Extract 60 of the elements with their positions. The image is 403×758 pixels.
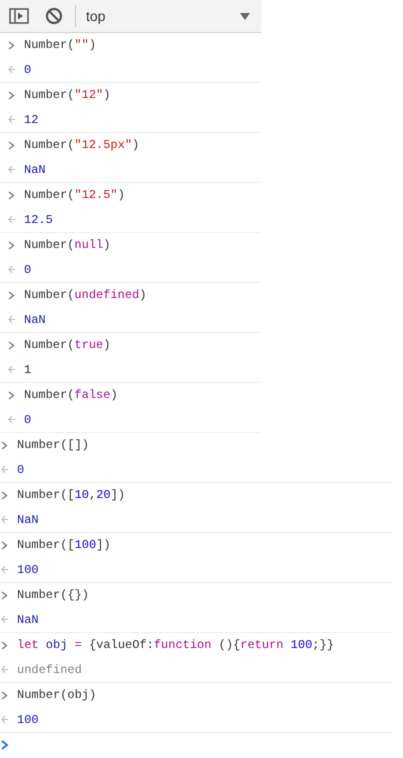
result-arrow-icon (1, 715, 8, 724)
input-chevron-icon (8, 290, 15, 300)
command-text: Number([100]) (17, 538, 111, 552)
result-arrow-icon (8, 165, 15, 174)
result-arrow-icon (1, 515, 8, 524)
result-text: 0 (24, 262, 32, 277)
input-chevron-icon (8, 390, 15, 400)
command-text: Number(true) (24, 338, 110, 352)
clear-console-icon[interactable] (45, 7, 63, 25)
result-text: NaN (17, 512, 39, 527)
command-text: Number(undefined) (24, 288, 146, 302)
result-arrow-icon (8, 65, 15, 74)
result-arrow-icon (1, 615, 8, 624)
result-text: 1 (24, 362, 32, 377)
result-text: 100 (17, 562, 39, 577)
input-chevron-icon (1, 440, 8, 450)
sidebar-toggle-icon[interactable] (9, 8, 29, 24)
command-text: Number("12.5") (24, 188, 125, 202)
result-text: NaN (24, 312, 46, 327)
result-text: 12.5 (24, 212, 53, 227)
dropdown-caret-icon[interactable] (240, 12, 250, 20)
result-text: NaN (17, 612, 39, 627)
command-text: Number(null) (24, 238, 110, 252)
result-arrow-icon (8, 365, 15, 374)
input-chevron-icon (1, 590, 8, 600)
result-text: undefined (17, 662, 82, 677)
command-text: Number(false) (24, 388, 118, 402)
command-text: Number({}) (17, 588, 90, 602)
prompt-chevron-icon[interactable] (1, 740, 9, 750)
result-text: 0 (24, 412, 32, 427)
input-chevron-icon (1, 540, 8, 550)
input-chevron-icon (1, 640, 8, 650)
result-text: 0 (24, 62, 32, 77)
command-text: let obj = {valueOf:function (){return 100;}} (17, 638, 334, 652)
result-text: 12 (24, 112, 38, 127)
result-arrow-icon (8, 415, 15, 424)
result-text: 100 (17, 712, 39, 727)
result-arrow-icon (8, 265, 15, 274)
command-text: Number("") (24, 38, 96, 52)
command-text: Number([]) (17, 438, 90, 452)
command-text: Number([10,20]) (17, 488, 126, 502)
input-chevron-icon (8, 140, 15, 150)
result-text: NaN (24, 162, 46, 177)
result-text: 0 (17, 462, 24, 477)
result-arrow-icon (1, 665, 8, 674)
result-arrow-icon (8, 315, 15, 324)
input-chevron-icon (1, 490, 8, 500)
input-chevron-icon (8, 190, 15, 200)
input-chevron-icon (8, 40, 15, 50)
input-chevron-icon (8, 240, 15, 250)
result-arrow-icon (8, 115, 15, 124)
result-arrow-icon (8, 215, 15, 224)
command-text: Number("12") (24, 88, 110, 102)
input-chevron-icon (1, 690, 8, 700)
input-chevron-icon (8, 90, 15, 100)
input-chevron-icon (8, 340, 15, 350)
command-text: Number(obj) (17, 688, 96, 702)
result-arrow-icon (1, 465, 8, 474)
result-arrow-icon (1, 565, 8, 574)
command-text: Number("12.5px") (24, 138, 140, 152)
